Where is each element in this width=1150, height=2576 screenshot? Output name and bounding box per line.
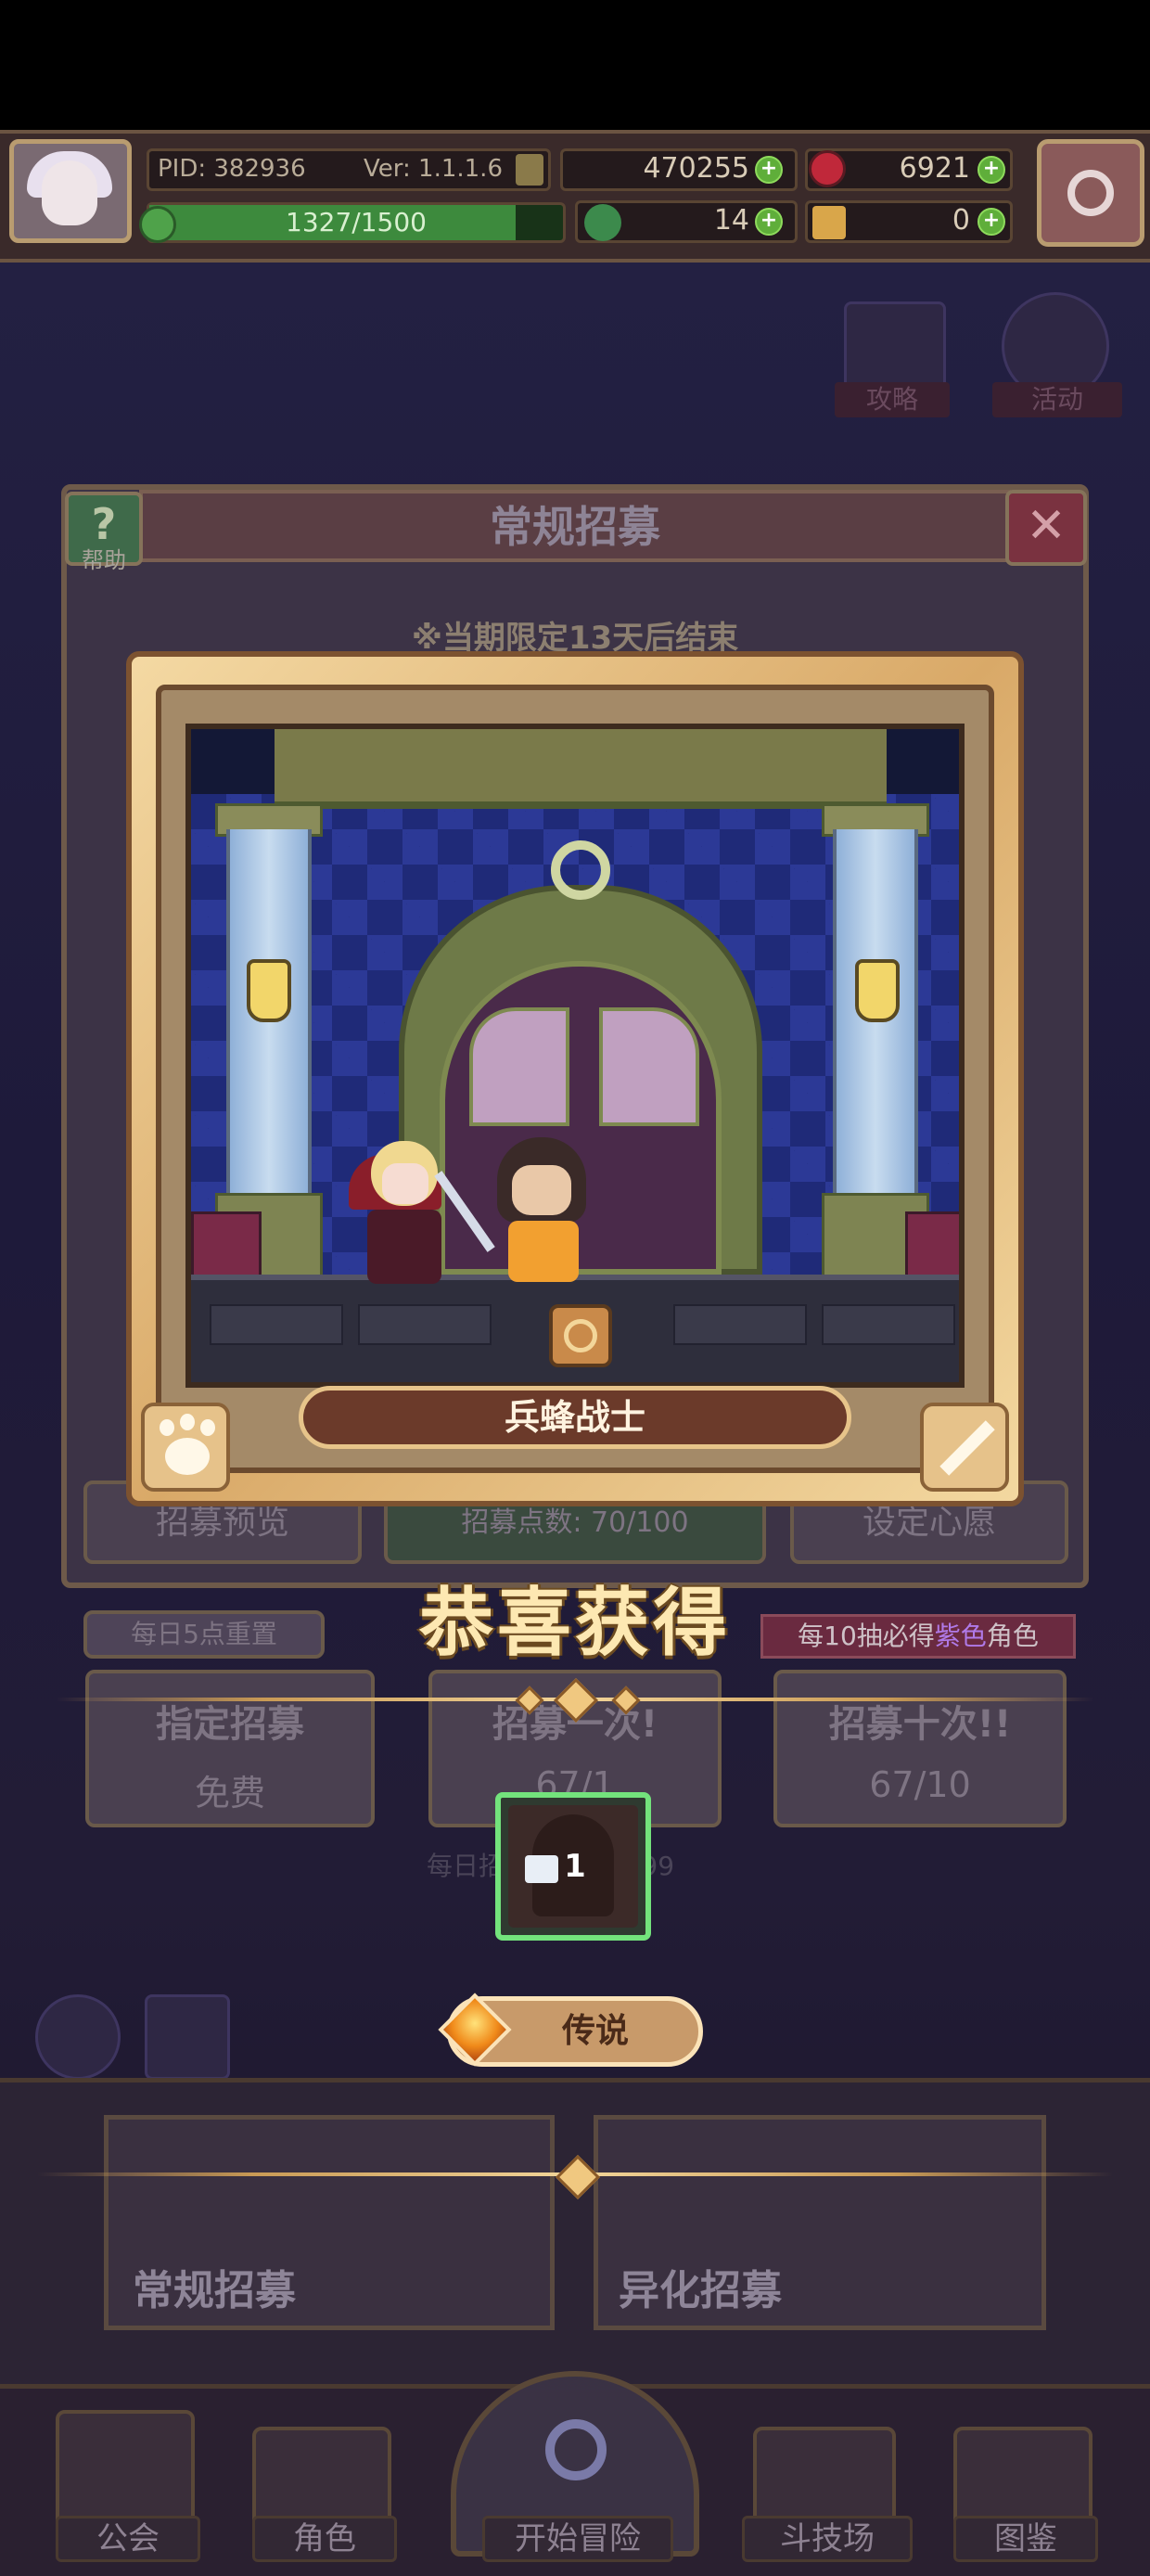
- floor-brick: [822, 1304, 955, 1345]
- normal-recruit-tab[interactable]: 常规招募: [104, 2115, 555, 2330]
- sword-icon: [920, 1403, 1009, 1492]
- nav-guild-label: 公会: [56, 2516, 200, 2562]
- floor-brick: [210, 1304, 343, 1345]
- gem-icon: [809, 150, 846, 187]
- pid-text: PID: 382936: [158, 155, 306, 183]
- single-recruit-title: 指定招募: [156, 1703, 304, 1746]
- close-icon: ✕: [1026, 498, 1067, 554]
- gear-icon: [1067, 170, 1114, 216]
- add-gem-button[interactable]: +: [978, 156, 1005, 184]
- normal-recruit-label: 常规招募: [133, 2267, 296, 2314]
- daily-reset-badge: 每日5点重置: [83, 1610, 325, 1659]
- mail-icon[interactable]: [516, 154, 543, 186]
- clover-icon: [584, 204, 621, 241]
- help-label: 帮助: [82, 547, 126, 573]
- player-avatar[interactable]: [9, 139, 132, 243]
- panel-title: 常规招募: [490, 502, 660, 552]
- single-recruit-button[interactable]: 指定招募 免费: [85, 1670, 375, 1827]
- lamp-right-icon: [855, 959, 900, 1022]
- guide-label: 攻略: [835, 382, 950, 417]
- reward-item-count: 1: [564, 1848, 586, 1885]
- mutation-recruit-label: 异化招募: [619, 2267, 782, 2314]
- gold-value: 470255: [643, 152, 749, 185]
- status-strip: [0, 0, 1150, 130]
- nav-character-label: 角色: [252, 2516, 397, 2562]
- soldier-bee-sprite: [434, 1128, 599, 1286]
- side-round-button-2[interactable]: [145, 1994, 230, 2080]
- key-value: 0: [952, 204, 970, 237]
- xp-bar: 1327/1500: [147, 202, 566, 243]
- recruit-ten-title: 招募十次!!: [828, 1703, 1012, 1746]
- version-text: Ver: 1.1.1.6: [364, 155, 503, 183]
- rarity-label: 传说: [561, 2012, 629, 2050]
- recruit-ten-cost: 67/10: [869, 1764, 971, 1805]
- side-round-button-1[interactable]: [35, 1994, 121, 2080]
- character-stage: [185, 724, 965, 1388]
- level-icon: [139, 206, 176, 243]
- add-gold-button[interactable]: +: [755, 156, 783, 184]
- single-recruit-cost: 免费: [194, 1773, 265, 1813]
- nav-adventure-label: 开始冒险: [482, 2516, 673, 2562]
- floor-brick: [358, 1304, 492, 1345]
- recruit-ten-button[interactable]: 招募十次!! 67/10: [773, 1670, 1067, 1827]
- gem-value: 6921: [899, 152, 970, 185]
- door-window-left: [469, 1007, 569, 1126]
- guarantee-color: 紫色: [934, 1621, 987, 1651]
- rail-right: [905, 1211, 959, 1282]
- xp-text: 1327/1500: [286, 207, 427, 237]
- mutation-recruit-tab[interactable]: 异化招募: [594, 2115, 1046, 2330]
- guarantee-suffix: 角色: [986, 1621, 1039, 1651]
- settings-button[interactable]: [1037, 139, 1144, 247]
- nav-arena-label: 斗技场: [742, 2516, 913, 2562]
- floor-brick: [673, 1304, 807, 1345]
- stage-lintel: [275, 729, 887, 809]
- close-button[interactable]: ✕: [1005, 490, 1087, 566]
- nav-codex-label: 图鉴: [953, 2516, 1098, 2562]
- emblem-icon: [549, 1304, 612, 1367]
- congrats-title: 恭喜获得: [419, 1580, 731, 1666]
- lamp-left-icon: [247, 959, 291, 1022]
- companion-sprite: [339, 1135, 460, 1284]
- add-key-button[interactable]: +: [978, 208, 1005, 236]
- character-name: 兵蜂战士: [504, 1397, 645, 1438]
- event-label: 活动: [992, 382, 1122, 417]
- key-icon: [812, 206, 846, 239]
- paw-icon: [141, 1403, 230, 1492]
- moon-icon: [551, 840, 610, 900]
- clover-value: 14: [713, 204, 749, 237]
- door-window-right: [599, 1007, 699, 1126]
- rail-left: [191, 1211, 262, 1282]
- magnifier-icon: [545, 2419, 607, 2480]
- add-clover-button[interactable]: +: [755, 208, 783, 236]
